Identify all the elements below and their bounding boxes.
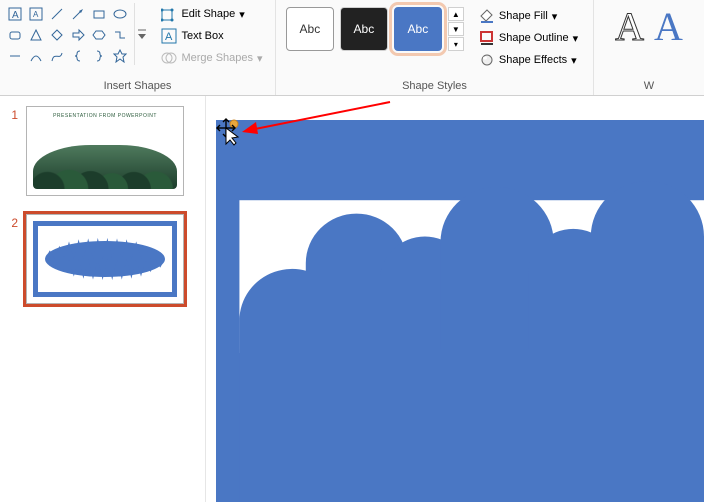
slide-canvas[interactable]: [206, 96, 704, 502]
shape-brace-open-icon[interactable]: [68, 46, 88, 66]
thumbnail-row: 1 PRESENTATION FROM POWERPOINT: [8, 106, 197, 196]
chevron-down-icon: ▾: [571, 54, 577, 67]
shape-line-icon[interactable]: [47, 4, 67, 24]
wordart-style-outline[interactable]: A: [615, 7, 644, 47]
shape-star-icon[interactable]: [110, 46, 130, 66]
slide-thumbnail-1[interactable]: PRESENTATION FROM POWERPOINT: [26, 106, 184, 196]
style-swatch-dark[interactable]: Abc: [340, 7, 388, 51]
shape-brace-close-icon[interactable]: [89, 46, 109, 66]
shape-fill-button[interactable]: Shape Fill ▾: [472, 6, 585, 26]
group-shape-styles: Abc Abc Abc ▲ ▼ ▾ Shape Fill ▾ Shape Out…: [276, 0, 594, 95]
shape-right-arrow-icon[interactable]: [68, 25, 88, 45]
group-label-shape-styles: Shape Styles: [280, 77, 589, 95]
slide-number: 1: [8, 106, 18, 122]
shape-textbox-vertical-icon[interactable]: A: [26, 4, 46, 24]
group-label-wordart: W: [598, 77, 700, 95]
gallery-scroll: ▲ ▼ ▾: [448, 7, 464, 52]
shape-connector-icon[interactable]: [110, 25, 130, 45]
slide1-title: PRESENTATION FROM POWERPOINT: [27, 107, 183, 119]
svg-text:A: A: [12, 10, 19, 21]
group-label-insert-shapes: Insert Shapes: [4, 77, 271, 95]
shape-effects-label: Shape Effects: [499, 54, 567, 66]
gallery-more-icon[interactable]: ▾: [448, 37, 464, 51]
shapes-gallery[interactable]: A A: [5, 3, 130, 66]
shape-style-gallery[interactable]: Abc Abc Abc ▲ ▼ ▾: [284, 3, 466, 52]
shape-rounded-rect-icon[interactable]: [5, 25, 25, 45]
swatch-text: Abc: [354, 22, 375, 36]
wordart-gallery[interactable]: A A: [603, 3, 695, 47]
thumbnail-row: 2: [8, 214, 197, 304]
selected-shape[interactable]: [216, 120, 704, 502]
shapes-gallery-more-icon[interactable]: [134, 3, 148, 65]
text-box-label: Text Box: [181, 30, 223, 42]
gallery-down-icon[interactable]: ▼: [448, 22, 464, 36]
slide-thumbnails-panel[interactable]: 1 PRESENTATION FROM POWERPOINT 2: [0, 96, 206, 502]
swatch-text: Abc: [300, 22, 321, 36]
shape-effects-button[interactable]: Shape Effects ▾: [472, 50, 585, 70]
shape-triangle-icon[interactable]: [26, 25, 46, 45]
merge-shapes-label: Merge Shapes: [181, 52, 253, 64]
shape-fill-label: Shape Fill: [499, 10, 548, 22]
edit-shape-button[interactable]: Edit Shape ▾: [154, 4, 269, 24]
text-box-icon: A: [161, 28, 177, 44]
style-swatch-blue[interactable]: Abc: [394, 7, 442, 51]
svg-text:A: A: [33, 10, 39, 19]
workspace: 1 PRESENTATION FROM POWERPOINT 2: [0, 96, 704, 502]
shape-outline-button[interactable]: Shape Outline ▾: [472, 28, 585, 48]
shape-effects-icon: [479, 52, 495, 68]
slide1-graphic: [33, 145, 177, 189]
slide1-subtitle: [27, 119, 183, 120]
svg-text:A: A: [165, 31, 173, 43]
gallery-up-icon[interactable]: ▲: [448, 7, 464, 21]
edit-shape-label: Edit Shape: [181, 8, 235, 20]
shape-textbox-icon[interactable]: A: [5, 4, 25, 24]
shape-outline-icon: [479, 30, 495, 46]
chevron-down-icon: ▾: [573, 32, 579, 45]
chevron-down-icon: ▾: [552, 10, 558, 23]
group-insert-shapes: A A: [0, 0, 276, 95]
style-swatch-light[interactable]: Abc: [286, 7, 334, 51]
slide-number: 2: [8, 214, 18, 230]
shape-rectangle-icon[interactable]: [89, 4, 109, 24]
chevron-down-icon: ▾: [257, 52, 263, 65]
ribbon: A A: [0, 0, 704, 96]
shape-diamond-icon[interactable]: [47, 25, 67, 45]
group-wordart: A A W: [594, 0, 704, 95]
shape-oval-icon[interactable]: [110, 4, 130, 24]
chevron-down-icon: ▾: [239, 8, 245, 21]
shape-outline-label: Shape Outline: [499, 32, 569, 44]
edit-shape-icon: [161, 6, 177, 22]
shape-fill-icon: [479, 8, 495, 24]
merge-shapes-icon: [161, 50, 177, 66]
text-box-button[interactable]: A Text Box: [154, 26, 269, 46]
merge-shapes-button: Merge Shapes ▾: [154, 48, 269, 68]
shape-hexagon-icon[interactable]: [89, 25, 109, 45]
shape-freeform-icon[interactable]: [47, 46, 67, 66]
wordart-style-blue[interactable]: A: [654, 7, 683, 47]
swatch-text: Abc: [408, 22, 429, 36]
slide-thumbnail-2[interactable]: [26, 214, 184, 304]
shape-curve-icon[interactable]: [26, 46, 46, 66]
shape-arrow-line-icon[interactable]: [68, 4, 88, 24]
shape-line2-icon[interactable]: [5, 46, 25, 66]
